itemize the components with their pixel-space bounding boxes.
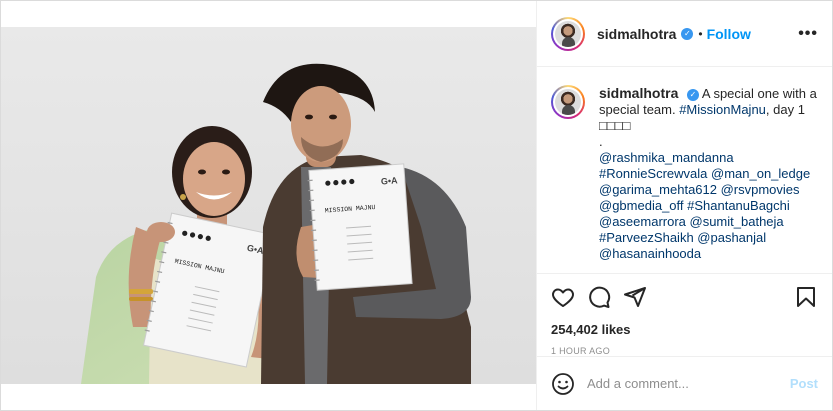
post-photo-area: G•A MISSION MAJNU G•A MISSION MAJNU — [1, 1, 536, 410]
post-actions — [537, 274, 832, 320]
header-separator: • — [698, 26, 703, 41]
caption-tag-line[interactable]: @gbmedia_off #ShantanuBagchi — [599, 198, 790, 213]
caption-body: sidmalhotra ✓ A special one with a speci… — [599, 85, 817, 273]
instagram-post: G•A MISSION MAJNU G•A MISSION MAJNU sidm… — [0, 0, 833, 411]
post-header: sidmalhotra ✓ • Follow ••• — [537, 1, 832, 67]
caption-avatar[interactable] — [551, 85, 585, 119]
caption-username[interactable]: sidmalhotra — [599, 85, 678, 101]
svg-text:G•A: G•A — [381, 175, 399, 186]
caption-dot-line: . — [599, 134, 603, 149]
caption-verified-badge-icon: ✓ — [686, 88, 699, 101]
verified-badge-icon: ✓ — [681, 27, 694, 40]
likes-count[interactable]: 254,402 likes — [537, 320, 832, 340]
emoji-icon[interactable] — [551, 372, 575, 396]
caption-text-line2b: , day 1 — [765, 102, 805, 117]
header-username[interactable]: sidmalhotra — [597, 26, 676, 42]
hashtag-missionmajnu-link[interactable]: #MissionMajnu — [679, 102, 766, 117]
caption-tag-line[interactable]: @hasanainhooda — [599, 246, 701, 261]
share-icon[interactable] — [623, 285, 647, 309]
comment-input[interactable] — [587, 376, 790, 391]
follow-button[interactable]: Follow — [707, 26, 751, 42]
caption-tag-line[interactable]: @rashmika_mandanna — [599, 150, 734, 165]
caption-avatar-image — [555, 89, 581, 115]
caption-text-line1: A special one with a — [701, 86, 817, 101]
caption-tag-line[interactable]: #ParveezShaikh @pashanjal — [599, 230, 766, 245]
script-booklet-right: G•A MISSION MAJNU — [307, 163, 413, 291]
post-comment-button[interactable]: Post — [790, 376, 818, 391]
caption-section: sidmalhotra ✓ A special one with a speci… — [537, 67, 832, 274]
comment-icon[interactable] — [587, 285, 611, 309]
caption-tag-line[interactable]: #RonnieScrewvala @man_on_ledge — [599, 166, 810, 181]
avatar-image — [555, 20, 581, 47]
caption-tag-line[interactable]: @aseemarrora @sumit_batheja — [599, 214, 784, 229]
caption-emoji-line: □□□□ — [599, 118, 631, 133]
caption-tag-line[interactable]: @garima_mehta612 @rsvpmovies — [599, 182, 800, 197]
post-side-panel: sidmalhotra ✓ • Follow ••• sidmalhotra ✓… — [536, 1, 832, 410]
bookmark-icon[interactable] — [794, 285, 818, 309]
post-photo-illustration: G•A MISSION MAJNU G•A MISSION MAJNU — [1, 27, 536, 384]
more-options-icon[interactable]: ••• — [798, 25, 818, 43]
caption-text-line2a: special team. — [599, 102, 680, 117]
comment-bar: Post — [537, 356, 832, 410]
heart-icon[interactable] — [551, 285, 575, 309]
post-photo[interactable]: G•A MISSION MAJNU G•A MISSION MAJNU — [1, 27, 536, 384]
avatar[interactable] — [551, 16, 585, 51]
